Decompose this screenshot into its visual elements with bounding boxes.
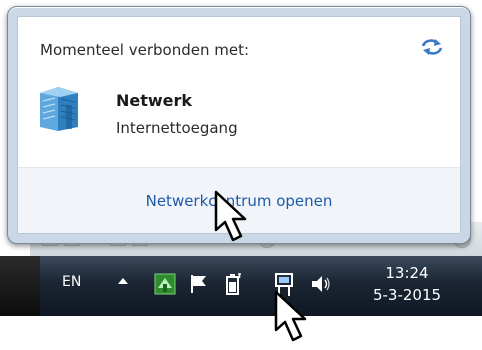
network-access-status: Internettoegang bbox=[116, 119, 238, 137]
mouse-pointer-icon bbox=[266, 290, 312, 350]
green-app-icon[interactable] bbox=[152, 270, 178, 298]
flag-icon[interactable] bbox=[186, 270, 212, 298]
taskbar: EN 13:24 5-3-2015 bbox=[0, 256, 482, 347]
network-name: Netwerk bbox=[116, 91, 193, 110]
network-building-icon bbox=[36, 83, 84, 135]
refresh-arrows-icon[interactable] bbox=[420, 37, 444, 57]
connected-to-label: Momenteel verbonden met: bbox=[40, 41, 250, 59]
page-background bbox=[0, 316, 482, 347]
clock-time: 13:24 bbox=[385, 264, 429, 282]
language-indicator[interactable]: EN bbox=[62, 274, 81, 290]
taskbar-app-area[interactable] bbox=[0, 256, 40, 316]
mouse-pointer-icon bbox=[206, 190, 252, 254]
battery-plug-icon[interactable] bbox=[220, 270, 246, 298]
show-hidden-icons-arrow[interactable] bbox=[118, 278, 128, 284]
clock-date: 5-3-2015 bbox=[372, 286, 442, 304]
taskbar-bar: EN 13:24 5-3-2015 bbox=[0, 256, 482, 316]
system-clock[interactable]: 13:24 5-3-2015 bbox=[352, 262, 462, 306]
